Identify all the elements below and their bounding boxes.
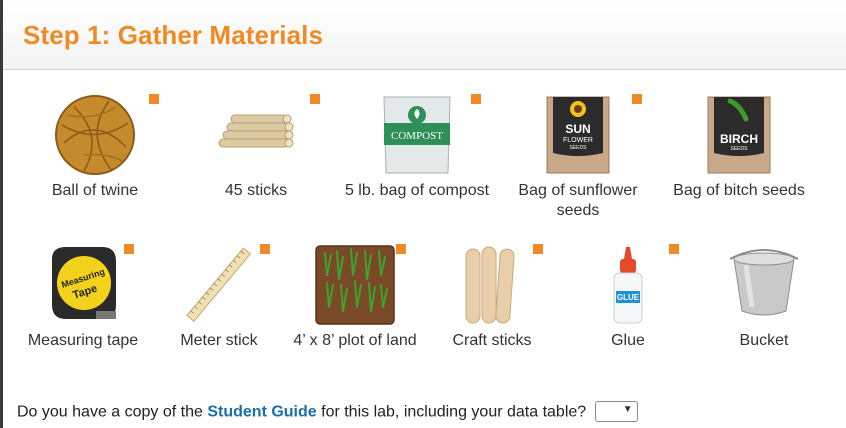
sunflower-seeds-icon: SUN FLOWER SEEDS (546, 96, 610, 174)
bag-label: BIRCH (720, 132, 758, 146)
sticks-icon (218, 114, 294, 148)
material-birch-seeds[interactable]: BIRCH SEEDS Bag of bitch seeds (669, 95, 809, 205)
selection-marker[interactable] (533, 244, 543, 254)
selection-marker[interactable] (396, 244, 406, 254)
material-glue[interactable]: GLUE Glue (563, 245, 693, 355)
material-label: Ball of twine (51, 182, 139, 199)
bag-label: SEEDS (570, 145, 588, 151)
material-craft-sticks[interactable]: Craft sticks (427, 245, 557, 355)
bag-label: FLOWER (563, 137, 593, 144)
student-guide-link[interactable]: Student Guide (207, 404, 316, 421)
ball-of-twine-icon (55, 95, 135, 175)
birch-seeds-icon: BIRCH SEEDS (707, 96, 771, 174)
material-label: Meter stick (180, 332, 258, 349)
material-bucket[interactable]: Bucket (699, 245, 829, 355)
compost-bag-icon: COMPOST (383, 96, 451, 174)
selection-marker[interactable] (124, 244, 134, 254)
material-label: Measuring tape (27, 332, 139, 349)
selection-marker[interactable] (310, 94, 320, 104)
material-label: Bag of bitch seeds (673, 182, 805, 199)
bag-label: SEEDS (731, 146, 749, 152)
bag-label: SUN (565, 122, 590, 136)
material-label: 45 sticks (224, 182, 288, 199)
question-text: for this lab, including your data table? (316, 403, 587, 421)
material-label: Bucket (739, 332, 789, 349)
page-title: Step 1: Gather Materials (23, 20, 324, 50)
material-sticks[interactable]: 45 sticks (191, 95, 321, 205)
student-guide-question: Do you have a copy of the Student Guide … (17, 401, 638, 423)
selection-marker[interactable] (632, 94, 642, 104)
glue-label: GLUE (617, 293, 640, 302)
selection-marker[interactable] (260, 244, 270, 254)
selection-marker[interactable] (669, 244, 679, 254)
material-label: Craft sticks (452, 332, 532, 349)
bucket-icon (729, 249, 799, 316)
selection-marker[interactable] (471, 94, 481, 104)
material-meter-stick[interactable]: Meter stick (154, 245, 284, 355)
material-plot-of-land[interactable]: 4’ x 8’ plot of land (285, 245, 425, 355)
material-label: 4’ x 8’ plot of land (293, 332, 417, 349)
material-ball-of-twine[interactable]: Ball of twine (30, 95, 160, 205)
plot-of-land-icon (315, 245, 395, 325)
answer-select[interactable]: ▼ (594, 401, 638, 422)
material-label: Glue (611, 332, 645, 349)
material-sunflower-seeds[interactable]: SUN FLOWER SEEDS Bag of sunflower seeds (513, 95, 643, 225)
glue-icon: GLUE (613, 247, 643, 324)
chevron-down-icon: ▼ (622, 404, 633, 415)
question-text: Do you have a copy of the (17, 403, 208, 421)
measuring-tape-icon: Measuring Tape (52, 247, 116, 319)
craft-sticks-icon (465, 246, 515, 324)
material-compost[interactable]: COMPOST 5 lb. bag of compost (342, 95, 492, 205)
selection-marker[interactable] (149, 94, 159, 104)
bag-label: COMPOST (391, 130, 443, 142)
material-measuring-tape[interactable]: Measuring Tape Measuring tape (18, 245, 148, 355)
material-label: 5 lb. bag of compost (344, 182, 490, 199)
header-bar: Step 1: Gather Materials (3, 0, 846, 70)
meter-stick-icon (186, 247, 252, 322)
material-label: Bag of sunflower seeds (518, 182, 638, 219)
